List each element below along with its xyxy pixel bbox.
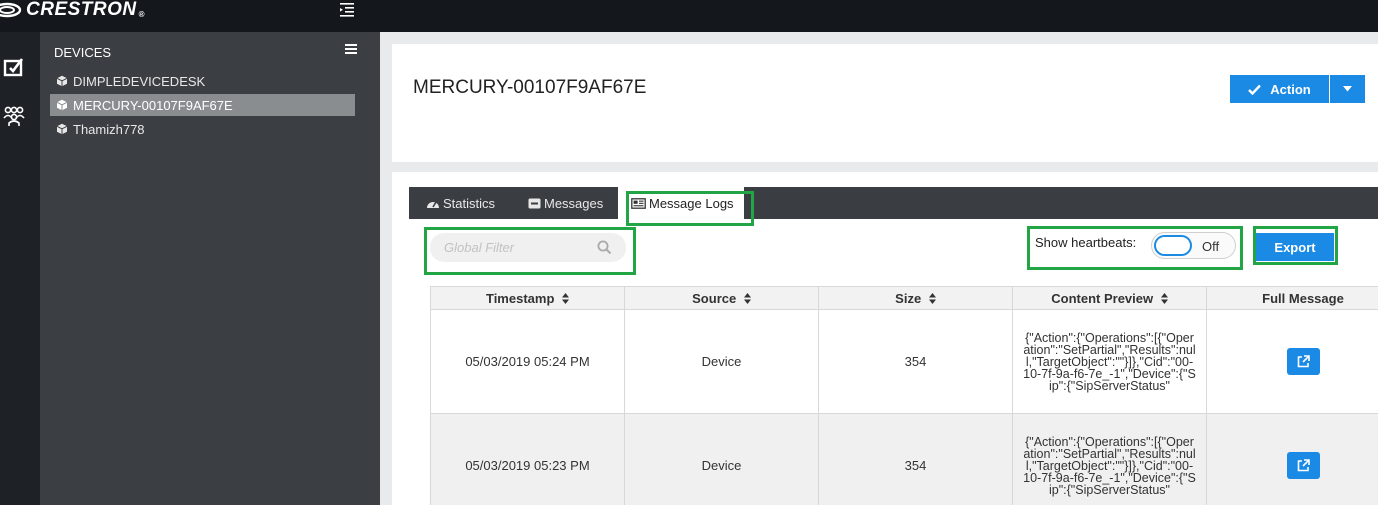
toggle-state: Off: [1202, 239, 1220, 254]
registered-mark: ®: [138, 9, 146, 19]
edit-square-icon: [3, 58, 24, 77]
newspaper-icon: [631, 197, 646, 209]
column-header-label: Content Preview: [1051, 290, 1154, 306]
cell-size: 354: [818, 413, 1013, 505]
column-header-label: Full Message: [1262, 290, 1344, 306]
cell-source: Device: [624, 309, 819, 414]
tab-bar: Statistics Messages Message Logs: [409, 187, 1378, 219]
sidebar-item-label: DIMPLEDEVICEDESK: [73, 73, 206, 89]
table-header-row: Timestamp Source Size Content Preview Fu…: [430, 286, 1378, 310]
column-header-source[interactable]: Source: [624, 286, 819, 310]
column-header-full-message: Full Message: [1206, 286, 1378, 310]
cell-timestamp: 05/03/2019 05:24 PM: [430, 309, 625, 414]
sidebar-item-thamizh778[interactable]: Thamizh778: [50, 118, 355, 140]
devices-nav-icon[interactable]: [0, 55, 28, 79]
message-logs-card: Statistics Messages Message Logs Global …: [392, 172, 1378, 505]
heartbeat-toggle[interactable]: Off: [1151, 232, 1236, 259]
message-log-table: Timestamp Source Size Content Preview Fu…: [430, 286, 1378, 505]
column-header-timestamp[interactable]: Timestamp: [430, 286, 625, 310]
sidebar-item-label: MERCURY-00107F9AF67E: [73, 97, 233, 113]
cell-timestamp: 05/03/2019 05:23 PM: [430, 413, 625, 505]
sort-icon: [928, 292, 936, 304]
sort-icon: [1160, 292, 1168, 304]
action-button-label: Action: [1270, 81, 1311, 97]
cell-content-preview: {"Action":{"Operations":[{"Operation":"S…: [1012, 309, 1207, 414]
column-header-size[interactable]: Size: [818, 286, 1013, 310]
sidebar-item-mercury[interactable]: MERCURY-00107F9AF67E: [50, 94, 355, 116]
tab-messages[interactable]: Messages: [528, 187, 603, 219]
global-filter: [430, 233, 626, 262]
sort-icon: [562, 292, 570, 304]
top-bar: CRESTRON ®: [0, 0, 1378, 32]
devices-sidebar: DEVICES DIMPLEDEVICEDESK MERCURY-00107F9…: [40, 32, 380, 505]
envelope-icon: [528, 198, 541, 208]
table-row: 05/03/2019 05:23 PM Device 354 {"Action"…: [430, 413, 1378, 505]
collapse-menu-icon[interactable]: [339, 1, 355, 17]
tab-message-logs[interactable]: Message Logs: [618, 187, 744, 219]
device-header-card: MERCURY-00107F9AF67E Action: [392, 44, 1378, 162]
cube-icon: [56, 75, 68, 87]
column-header-label: Size: [895, 290, 922, 306]
table-row: 05/03/2019 05:24 PM Device 354 {"Action"…: [430, 309, 1378, 414]
search-icon: [597, 240, 612, 255]
cell-full-message: [1206, 309, 1378, 414]
sidebar-item-dimpledevicedesk[interactable]: DIMPLEDEVICEDESK: [50, 70, 355, 92]
brand-name: CRESTRON: [26, 0, 137, 20]
users-icon: [3, 106, 25, 126]
cube-icon: [56, 99, 68, 111]
global-filter-input[interactable]: [444, 240, 594, 255]
cell-size: 354: [818, 309, 1013, 414]
column-header-label: Source: [692, 290, 737, 306]
column-header-content-preview[interactable]: Content Preview: [1012, 286, 1207, 310]
caret-down-icon: [1343, 86, 1352, 92]
dashboard-icon: [427, 201, 439, 208]
cube-icon: [56, 123, 68, 135]
column-header-label: Timestamp: [485, 290, 555, 306]
crestron-logo: CRESTRON ®: [0, 0, 145, 20]
cell-full-message: [1206, 413, 1378, 505]
sidebar-item-label: Thamizh778: [73, 121, 145, 137]
tab-statistics-label: Statistics: [443, 195, 496, 211]
external-link-icon: [1297, 459, 1310, 472]
tab-statistics[interactable]: Statistics: [426, 187, 495, 219]
sort-icon: [743, 292, 751, 304]
hamburger-icon[interactable]: [345, 44, 357, 54]
toggle-knob: [1154, 235, 1192, 256]
action-button[interactable]: Action: [1230, 75, 1330, 103]
groups-nav-icon[interactable]: [0, 104, 28, 128]
open-full-message-button[interactable]: [1286, 348, 1320, 375]
nav-rail: [0, 32, 40, 505]
sidebar-title: DEVICES: [54, 45, 112, 60]
page-title: MERCURY-00107F9AF67E: [413, 77, 647, 98]
action-button-group: Action: [1230, 75, 1365, 103]
action-dropdown-toggle[interactable]: [1330, 75, 1365, 103]
tab-messages-label: Messages: [544, 195, 604, 211]
cell-source: Device: [624, 413, 819, 505]
tab-message-logs-label: Message Logs: [649, 195, 734, 211]
cell-content-preview: {"Action":{"Operations":[{"Operation":"S…: [1012, 413, 1207, 505]
open-full-message-button[interactable]: [1286, 452, 1320, 479]
checkmark-icon: [1248, 84, 1262, 95]
external-link-icon: [1297, 355, 1310, 368]
export-button[interactable]: Export: [1256, 233, 1334, 261]
crestron-swirl-icon: [0, 2, 22, 18]
heartbeat-label: Show heartbeats:: [1035, 235, 1137, 250]
